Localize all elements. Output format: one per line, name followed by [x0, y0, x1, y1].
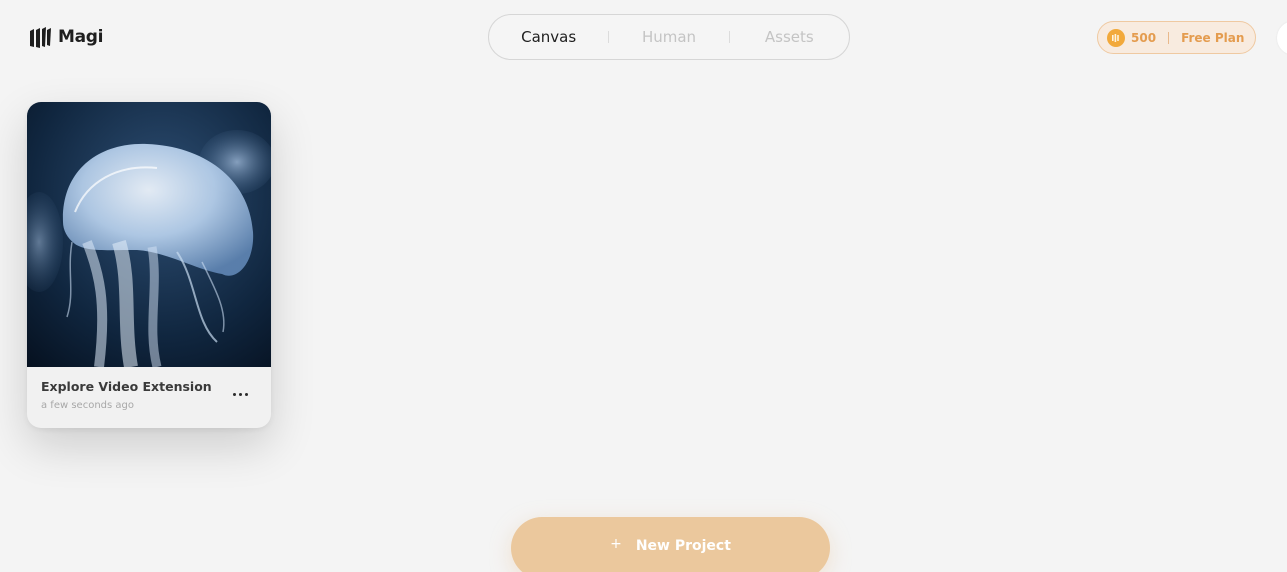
project-timestamp: a few seconds ago — [41, 400, 134, 411]
tab-assets[interactable]: Assets — [730, 28, 849, 46]
logo-text: Magi — [58, 27, 104, 47]
more-options-icon[interactable] — [227, 384, 253, 404]
magi-logo-icon — [30, 27, 51, 48]
jellyfish-image — [27, 102, 271, 367]
plan-label[interactable]: Free Plan — [1181, 31, 1244, 45]
credits-badge[interactable]: 500 Free Plan — [1097, 21, 1256, 54]
new-project-label: New Project — [635, 538, 731, 554]
coin-icon — [1107, 28, 1125, 47]
magi-canvas-page: Magi Canvas Human Assets 500 Free Plan E… — [0, 0, 1287, 572]
credits-divider — [1168, 31, 1170, 44]
magi-logo[interactable]: Magi — [29, 26, 103, 48]
new-project-button[interactable]: + New Project — [511, 517, 830, 572]
tab-human[interactable]: Human — [609, 28, 728, 46]
project-card[interactable]: Explore Video Extension a few seconds ag… — [27, 102, 271, 428]
tab-canvas[interactable]: Canvas — [489, 28, 608, 46]
credits-amount: 500 — [1131, 30, 1157, 45]
avatar[interactable] — [1277, 21, 1287, 55]
project-title: Explore Video Extension — [41, 379, 212, 394]
plus-icon: + — [610, 536, 622, 552]
main-tabs: Canvas Human Assets — [488, 14, 850, 60]
